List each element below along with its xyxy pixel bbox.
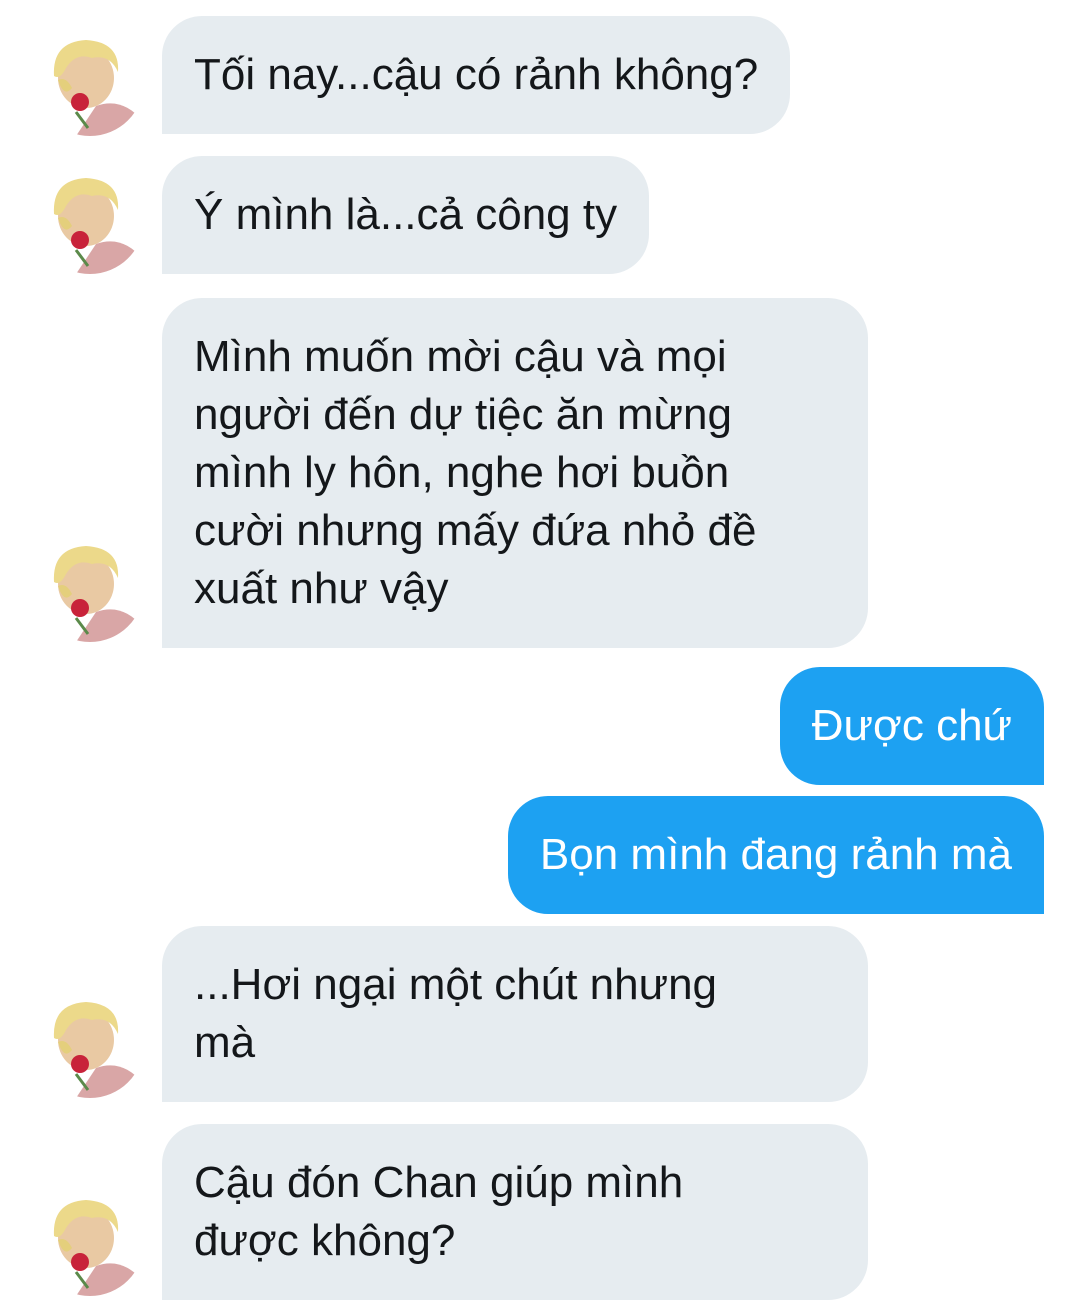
incoming-message[interactable]: Tối nay...cậu có rảnh không?	[162, 16, 791, 134]
sender-avatar[interactable]	[36, 1188, 144, 1296]
outgoing-message[interactable]: Được chứ	[779, 667, 1044, 785]
incoming-message[interactable]: ...Hơi ngại một chút nhưng mà	[162, 926, 868, 1102]
sender-avatar[interactable]	[36, 166, 144, 274]
avatar-photo-icon	[36, 166, 144, 274]
sender-avatar[interactable]	[36, 534, 144, 642]
avatar-photo-icon	[36, 534, 144, 642]
incoming-message[interactable]: Cậu đón Chan giúp mình được không?	[162, 1124, 868, 1300]
incoming-message[interactable]: Ý mình là...cả công ty	[162, 156, 650, 274]
avatar-photo-icon	[36, 990, 144, 1098]
outgoing-message[interactable]: Bọn mình đang rảnh mà	[507, 796, 1044, 914]
incoming-message[interactable]: Mình muốn mời cậu và mọi người đến dự ti…	[162, 298, 868, 648]
sender-avatar[interactable]	[36, 990, 144, 1098]
avatar-photo-icon	[36, 28, 144, 136]
sender-avatar[interactable]	[36, 28, 144, 136]
avatar-photo-icon	[36, 1188, 144, 1296]
